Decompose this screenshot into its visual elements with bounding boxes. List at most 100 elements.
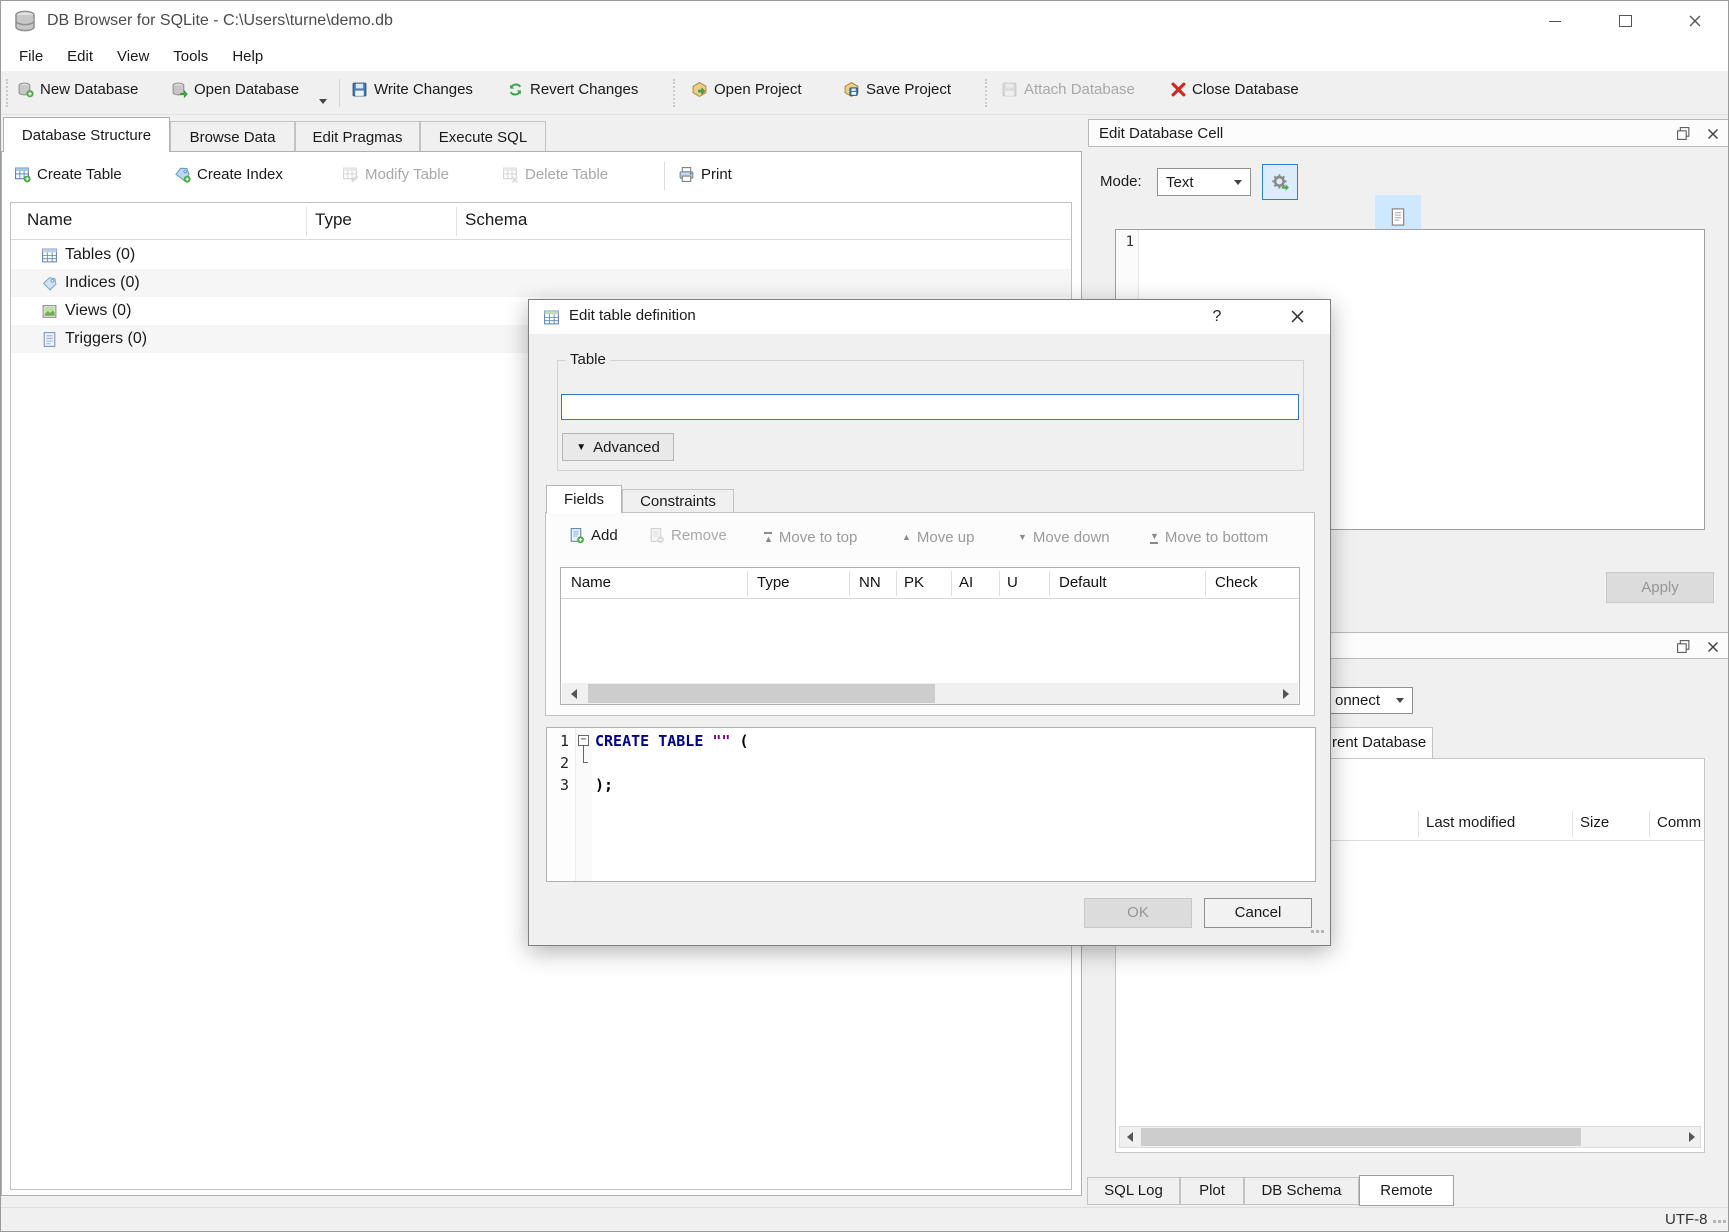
dock-float-button[interactable]: [1676, 126, 1691, 145]
cancel-button[interactable]: Cancel: [1204, 898, 1312, 928]
scrollbar-thumb[interactable]: [588, 684, 935, 703]
grid-column-name[interactable]: Name: [571, 574, 611, 591]
tab-remote[interactable]: Remote: [1359, 1175, 1454, 1206]
create-index-button[interactable]: Create Index: [174, 166, 283, 183]
tree-row-indices[interactable]: Indices (0): [11, 269, 1071, 297]
tree-column-type[interactable]: Type: [315, 210, 352, 230]
dialog-help-button[interactable]: ?: [1193, 300, 1241, 333]
dock-close-button[interactable]: [1707, 127, 1719, 144]
column-divider[interactable]: [1418, 811, 1419, 837]
tree-row-label: Tables (0): [65, 246, 135, 264]
fields-grid-hscrollbar[interactable]: [562, 683, 1298, 704]
menu-file[interactable]: File: [7, 48, 55, 65]
menu-edit[interactable]: Edit: [55, 48, 105, 65]
arrow-left-icon: [571, 689, 577, 699]
column-divider[interactable]: [999, 571, 1000, 596]
window-resize-grip[interactable]: [1713, 1220, 1726, 1223]
create-table-button[interactable]: Create Table: [14, 166, 122, 183]
delete-table-button[interactable]: Delete Table: [502, 166, 608, 183]
tab-sql-log[interactable]: SQL Log: [1087, 1177, 1180, 1205]
tab-fields[interactable]: Fields: [546, 485, 622, 513]
column-divider[interactable]: [1649, 811, 1650, 837]
column-divider[interactable]: [951, 571, 952, 596]
tab-db-schema[interactable]: DB Schema: [1244, 1177, 1359, 1205]
close-database-button[interactable]: Close Database: [1171, 81, 1299, 98]
close-database-icon: [1171, 82, 1186, 97]
column-commit-clipped[interactable]: Comm: [1657, 814, 1701, 831]
column-divider[interactable]: [1572, 811, 1573, 837]
grid-column-check[interactable]: Check: [1215, 574, 1258, 591]
dock-float-button[interactable]: [1676, 639, 1691, 658]
menu-tools[interactable]: Tools: [161, 48, 220, 65]
move-down-button[interactable]: ▼ Move down: [1018, 529, 1110, 546]
grid-column-pk[interactable]: PK: [904, 574, 924, 591]
save-project-button[interactable]: Save Project: [843, 81, 951, 98]
ok-button[interactable]: OK: [1084, 898, 1192, 928]
encoding-indicator[interactable]: UTF-8: [1665, 1211, 1708, 1228]
column-divider[interactable]: [1049, 571, 1050, 596]
move-up-button[interactable]: ▲ Move up: [902, 529, 974, 546]
column-divider[interactable]: [306, 207, 307, 236]
menu-view[interactable]: View: [105, 48, 161, 65]
tab-plot[interactable]: Plot: [1180, 1177, 1244, 1205]
move-to-top-button[interactable]: ▲ Move to top: [764, 529, 857, 546]
indices-icon: [41, 275, 58, 292]
dialog-resize-grip[interactable]: [1311, 930, 1324, 933]
apply-button[interactable]: Apply: [1606, 572, 1714, 603]
grid-column-default[interactable]: Default: [1059, 574, 1107, 591]
dock-close-button[interactable]: [1707, 640, 1719, 657]
column-divider[interactable]: [747, 571, 748, 596]
close-window-button[interactable]: [1669, 1, 1721, 41]
tree-row-tables[interactable]: Tables (0): [11, 241, 1071, 269]
tree-column-name[interactable]: Name: [27, 210, 72, 230]
column-divider[interactable]: [1205, 571, 1206, 596]
tab-browse-data[interactable]: Browse Data: [170, 121, 295, 152]
sql-preview-gutter: 1 2 3: [547, 728, 576, 881]
modify-table-button[interactable]: Modify Table: [342, 166, 449, 183]
grid-column-ai[interactable]: AI: [959, 574, 973, 591]
scroll-left-button[interactable]: [564, 683, 584, 704]
minimize-button[interactable]: [1529, 1, 1581, 41]
open-database-dropdown-arrow[interactable]: [319, 99, 327, 104]
column-last-modified[interactable]: Last modified: [1426, 814, 1515, 831]
tab-execute-sql[interactable]: Execute SQL: [420, 121, 546, 152]
write-changes-button[interactable]: Write Changes: [351, 81, 473, 98]
table-name-input[interactable]: [561, 394, 1299, 420]
column-size[interactable]: Size: [1580, 814, 1609, 831]
new-database-button[interactable]: New Database: [17, 81, 138, 98]
grid-column-type[interactable]: Type: [757, 574, 790, 591]
scroll-right-button[interactable]: [1682, 1127, 1702, 1147]
remove-field-button[interactable]: Remove: [648, 527, 727, 544]
grid-column-u[interactable]: U: [1007, 574, 1018, 591]
dialog-close-button[interactable]: [1271, 300, 1323, 333]
triangle-down-icon: ▼: [576, 442, 586, 453]
tab-database-structure[interactable]: Database Structure: [3, 117, 170, 152]
tree-column-schema[interactable]: Schema: [465, 210, 527, 230]
import-export-settings-button[interactable]: [1262, 164, 1298, 200]
column-divider[interactable]: [849, 571, 850, 596]
column-divider[interactable]: [456, 207, 457, 236]
scroll-left-button[interactable]: [1120, 1127, 1140, 1147]
open-database-button[interactable]: Open Database: [171, 81, 299, 98]
maximize-button[interactable]: [1599, 1, 1651, 41]
open-project-button[interactable]: Open Project: [691, 81, 802, 98]
column-divider[interactable]: [896, 571, 897, 596]
print-button[interactable]: Print: [678, 166, 732, 183]
chevron-down-icon: [1396, 698, 1404, 703]
scrollbar-thumb[interactable]: [1141, 1128, 1581, 1146]
attach-database-icon: [1001, 81, 1018, 98]
menu-help[interactable]: Help: [220, 48, 275, 65]
attach-database-button[interactable]: Attach Database: [1001, 81, 1135, 98]
revert-changes-button[interactable]: Revert Changes: [507, 81, 638, 98]
remote-table-hscrollbar[interactable]: [1119, 1126, 1701, 1148]
scroll-right-button[interactable]: [1276, 683, 1296, 704]
grid-column-nn[interactable]: NN: [859, 574, 881, 591]
advanced-toggle-button[interactable]: ▼ Advanced: [562, 433, 674, 461]
open-project-label: Open Project: [714, 81, 802, 98]
add-field-button[interactable]: Add: [568, 527, 618, 544]
move-to-bottom-button[interactable]: ▼ Move to bottom: [1150, 529, 1268, 546]
tab-constraints[interactable]: Constraints: [622, 489, 734, 513]
tab-edit-pragmas[interactable]: Edit Pragmas: [295, 121, 420, 152]
fold-collapse-icon[interactable]: −: [578, 735, 589, 746]
mode-select[interactable]: Text: [1157, 168, 1251, 196]
